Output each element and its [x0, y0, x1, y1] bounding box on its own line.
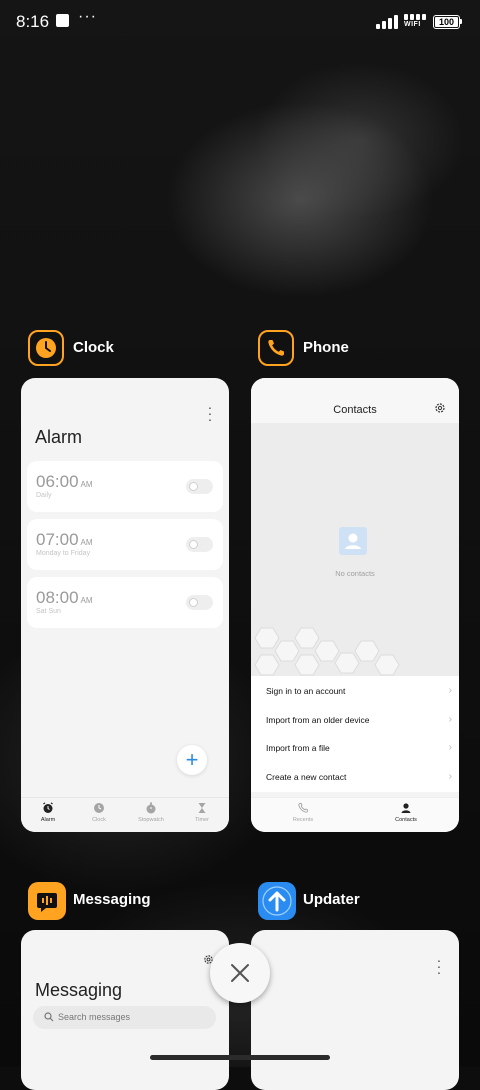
alarm-ampm: AM — [80, 596, 93, 605]
close-icon — [231, 964, 249, 982]
search-icon — [44, 1012, 54, 1022]
phone-icon — [258, 330, 294, 366]
contacts-person-icon — [401, 803, 411, 813]
contacts-empty-area: No contacts — [251, 423, 459, 676]
tab-contacts: Contacts — [381, 802, 431, 823]
app-name-clock: Clock — [73, 339, 114, 356]
alarm-row: 07:00 AM Monday to Friday — [27, 519, 223, 570]
alarm-icon — [43, 802, 53, 813]
clock-tab-icon — [94, 803, 104, 813]
app-name-phone: Phone — [303, 339, 349, 356]
alarm-repeat: Sat Sun — [36, 608, 61, 615]
contacts-header: Contacts — [251, 378, 459, 423]
more-options-icon: · · · — [436, 952, 442, 980]
alarm-ampm: AM — [80, 480, 93, 489]
alarm-toggle — [186, 595, 213, 610]
tab-stopwatch: Stopwatch — [126, 802, 176, 823]
recent-card-updater[interactable]: · · · — [251, 930, 459, 1090]
hexagon-pattern — [254, 627, 400, 676]
alarm-toggle — [186, 537, 213, 552]
app-header-updater[interactable]: Updater — [258, 882, 438, 922]
app-header-messaging[interactable]: Messaging — [28, 882, 208, 922]
alarm-row: 08:00 AM Sat Sun — [27, 577, 223, 628]
alarm-time: 07:00 — [36, 530, 79, 549]
empty-contacts-text: No contacts — [335, 569, 375, 578]
tab-clock: Clock — [74, 802, 124, 823]
recent-card-clock[interactable]: · · · Alarm 06:00 AM Daily 07:00 AM Monday t… — [21, 378, 229, 832]
alarm-time: 06:00 — [36, 472, 79, 491]
alarm-toggle — [186, 479, 213, 494]
alarm-repeat: Monday to Friday — [36, 550, 91, 557]
option-sign-in: Sign in to an account › — [266, 685, 452, 696]
wifi-label: WIFI — [404, 21, 421, 28]
chevron-right-icon: › — [448, 685, 452, 696]
tab-alarm: Alarm — [23, 802, 73, 823]
alarm-ampm: AM — [80, 538, 93, 547]
more-notifications-icon: ··· — [78, 8, 97, 25]
wifi-icon: WIFI — [404, 14, 428, 30]
hourglass-icon — [198, 803, 206, 813]
phone-recents-icon — [298, 803, 308, 813]
stopwatch-icon — [146, 802, 156, 814]
alarm-row: 06:00 AM Daily — [27, 461, 223, 512]
updater-icon — [258, 882, 296, 920]
app-header-phone[interactable]: Phone — [258, 330, 438, 370]
recent-card-messaging[interactable]: Messaging Search messages — [21, 930, 229, 1090]
screen-title: Contacts — [333, 404, 377, 416]
alarm-time: 08:00 — [36, 588, 79, 607]
search-messages-field: Search messages — [33, 1006, 216, 1029]
battery-icon: 100 — [433, 15, 460, 29]
option-import-device: Import from an older device › — [266, 714, 452, 725]
chevron-right-icon: › — [448, 771, 452, 782]
notification-icon — [56, 14, 69, 27]
screen-title: Alarm — [35, 427, 83, 447]
option-create-contact: Create a new contact › — [266, 771, 452, 782]
contact-placeholder-icon — [339, 527, 367, 555]
battery-level: 100 — [435, 17, 458, 27]
clear-all-button[interactable] — [210, 943, 270, 1003]
chevron-right-icon: › — [448, 714, 452, 725]
status-bar: 8:16 ··· WIFI 100 — [0, 0, 480, 44]
settings-gear-icon — [435, 403, 445, 413]
screen-title: Messaging — [35, 980, 123, 1000]
search-placeholder: Search messages — [58, 1012, 131, 1022]
clock-tab-bar: Alarm Clock Stopwatch Timer — [21, 797, 229, 832]
home-indicator[interactable] — [150, 1055, 330, 1060]
more-options-icon: · · · — [207, 399, 213, 427]
app-name-messaging: Messaging — [73, 891, 151, 908]
messaging-icon — [28, 882, 66, 920]
chevron-right-icon: › — [448, 742, 452, 753]
tab-recents: Recents — [278, 802, 328, 823]
alarm-repeat: Daily — [36, 492, 52, 499]
recent-card-phone[interactable]: Contacts No contacts Sign in to an accou… — [251, 378, 459, 832]
app-name-updater: Updater — [303, 891, 360, 908]
tab-timer: Timer — [177, 802, 227, 823]
app-header-clock[interactable]: Clock — [28, 330, 208, 370]
option-import-file: Import from a file › — [266, 742, 452, 753]
clock-icon — [28, 330, 64, 366]
signal-icon — [376, 15, 400, 29]
add-alarm-icon: + — [177, 745, 207, 775]
contacts-options: Sign in to an account › Import from an ol… — [251, 676, 459, 792]
status-time: 8:16 — [16, 12, 50, 31]
phone-tab-bar: Recents Contacts — [251, 797, 459, 832]
